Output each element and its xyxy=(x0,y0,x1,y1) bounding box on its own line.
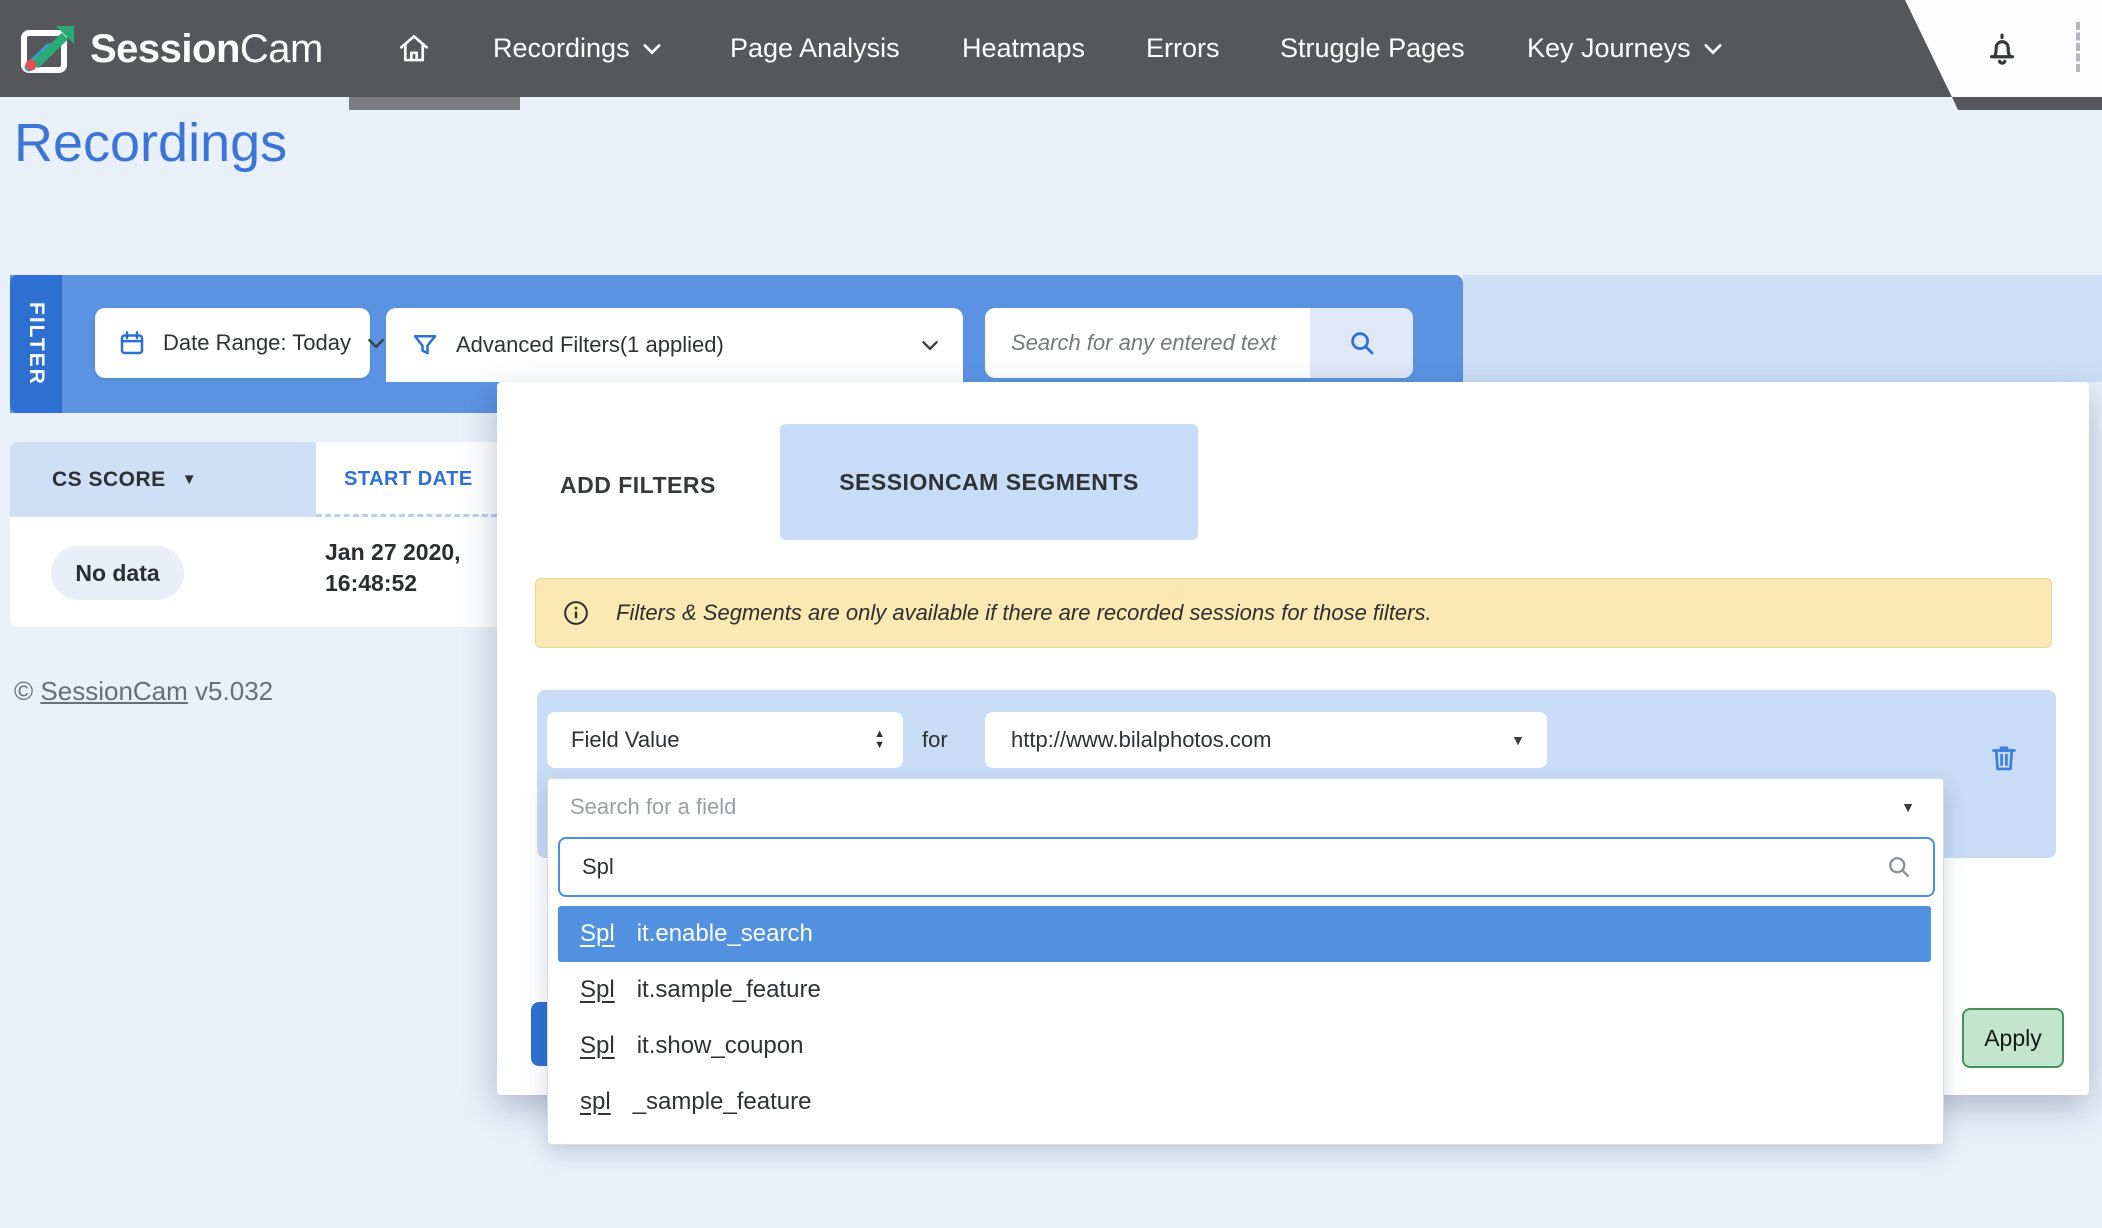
brand-logo[interactable]: SessionCam xyxy=(18,20,323,78)
nav-recordings[interactable]: Recordings xyxy=(493,0,662,97)
chevron-down-icon xyxy=(1703,43,1723,55)
filter-tab-label: FILTER xyxy=(24,302,48,386)
search-input[interactable]: Search for any entered text xyxy=(1011,308,1276,378)
chevron-down-icon xyxy=(367,338,385,349)
column-header-cs-score[interactable]: CS SCORE ▼ xyxy=(10,442,316,517)
select-spinner-icon: ▲▼ xyxy=(874,729,885,751)
footer-copyright: © SessionCam v5.032 xyxy=(14,676,273,707)
nav-errors[interactable]: Errors xyxy=(1146,0,1220,97)
session-search-box: Search for any entered text xyxy=(985,308,1413,378)
filter-bar-extension xyxy=(1463,275,2102,382)
field-option[interactable]: Split.enable_search xyxy=(558,906,1931,962)
advanced-filters-modal: ADD FILTERS SESSIONCAM SEGMENTS Filters … xyxy=(497,382,2089,1095)
search-icon xyxy=(1885,853,1913,881)
column-header-start-date[interactable]: START DATE xyxy=(316,442,497,517)
site-select[interactable]: http://www.bilalphotos.com ▼ xyxy=(985,712,1547,768)
sessioncam-logo-icon xyxy=(18,20,76,78)
info-banner-message: Filters & Segments are only available if… xyxy=(616,600,1432,626)
field-option[interactable]: spl_sample_feature xyxy=(558,1074,1931,1130)
field-option[interactable]: Split.sample_feature xyxy=(558,962,1931,1018)
nav-page-analysis[interactable]: Page Analysis xyxy=(730,0,900,97)
delete-filter-icon[interactable] xyxy=(1986,740,2022,776)
advanced-filters-button[interactable]: Advanced Filters(1 applied) xyxy=(386,308,963,382)
tab-add-filters[interactable]: ADD FILTERS xyxy=(560,462,716,508)
tab-sessioncam-segments[interactable]: SESSIONCAM SEGMENTS xyxy=(780,424,1198,540)
info-banner: Filters & Segments are only available if… xyxy=(535,578,2052,648)
nav-home[interactable] xyxy=(395,0,433,97)
brand-name: SessionCam xyxy=(90,27,323,72)
page-title: Recordings xyxy=(14,112,287,174)
version-label: v5.032 xyxy=(195,676,273,706)
search-submit-button[interactable] xyxy=(1310,308,1413,378)
navbar-corner-strip xyxy=(1952,97,2102,110)
kebab-menu-icon[interactable] xyxy=(2076,22,2080,72)
nav-struggle-pages[interactable]: Struggle Pages xyxy=(1280,0,1465,97)
field-search-dropdown: Search for a field ▼ Spl Split.enable_se… xyxy=(547,778,1944,1145)
field-option[interactable]: Split.show_coupon xyxy=(558,1018,1931,1074)
chevron-down-icon xyxy=(642,43,662,55)
screen: SessionCam Recordings Page Analysis Heat… xyxy=(0,0,2102,1228)
home-icon xyxy=(395,30,433,68)
apply-button[interactable]: Apply xyxy=(1962,1008,2064,1068)
advanced-filters-label: Advanced Filters(1 applied) xyxy=(456,332,724,358)
date-range-button[interactable]: Date Range: Today xyxy=(95,308,370,378)
for-label: for xyxy=(922,712,948,768)
table-row[interactable]: No data Jan 27 2020, 16:48:52 xyxy=(10,517,497,627)
calendar-icon xyxy=(117,328,147,358)
start-date-value: Jan 27 2020, 16:48:52 xyxy=(325,537,461,599)
field-type-select[interactable]: Field Value ▲▼ xyxy=(547,712,903,768)
nav-heatmaps[interactable]: Heatmaps xyxy=(962,0,1085,97)
nav-key-journeys[interactable]: Key Journeys xyxy=(1527,0,1723,97)
cs-score-badge: No data xyxy=(51,546,184,600)
dropdown-caret-icon: ▼ xyxy=(1901,799,1915,815)
chevron-down-icon xyxy=(921,340,939,351)
sessioncam-link[interactable]: SessionCam xyxy=(40,676,187,706)
active-nav-indicator xyxy=(349,97,520,110)
filter-side-tab[interactable]: FILTER xyxy=(10,275,62,413)
dropdown-caret-icon: ▼ xyxy=(1511,732,1525,748)
search-icon xyxy=(1347,328,1377,358)
nav-recordings-label: Recordings xyxy=(493,33,630,64)
funnel-icon xyxy=(410,330,440,360)
field-select-trigger[interactable]: Search for a field ▼ xyxy=(548,779,1943,835)
info-icon xyxy=(562,599,590,627)
sort-descending-icon: ▼ xyxy=(182,471,197,488)
field-search-input[interactable]: Spl xyxy=(558,837,1935,897)
notifications-bell-icon[interactable] xyxy=(1981,26,2023,70)
date-range-label: Date Range: Today xyxy=(163,330,351,356)
